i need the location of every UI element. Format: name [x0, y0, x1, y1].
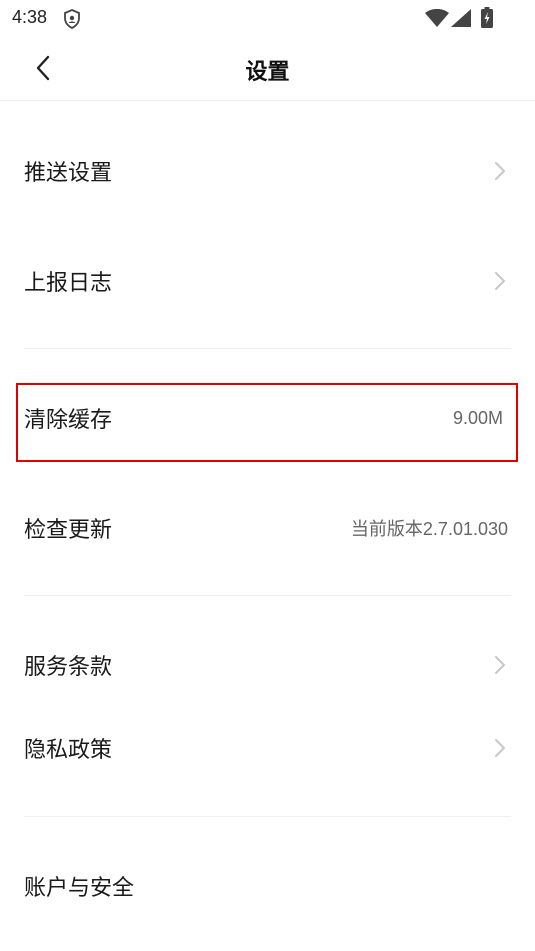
chevron-right-icon — [495, 272, 505, 290]
chevron-right-icon — [495, 656, 505, 674]
battery-charging-icon — [481, 7, 493, 28]
privacy-policy-label: 隐私政策 — [24, 738, 113, 763]
account-security-label: 账户与安全 — [24, 876, 135, 901]
app-version-value: 当前版本2.7.01.030 — [350, 519, 508, 539]
nav-bar: 设置 — [0, 38, 535, 101]
shield-icon — [64, 9, 80, 29]
signal-icon — [451, 9, 471, 27]
section-divider — [24, 348, 511, 349]
wifi-icon — [425, 9, 449, 27]
section-divider — [24, 595, 511, 596]
status-bar: 4:38 — [0, 0, 535, 38]
push-settings-row[interactable]: 推送设置 — [24, 146, 511, 196]
section-divider — [24, 816, 511, 817]
terms-of-service-row[interactable]: 服务条款 — [24, 640, 511, 690]
report-log-label: 上报日志 — [24, 271, 113, 296]
clear-cache-label: 清除缓存 — [24, 408, 113, 433]
terms-of-service-label: 服务条款 — [24, 655, 113, 680]
report-log-row[interactable]: 上报日志 — [24, 256, 511, 306]
privacy-policy-row[interactable]: 隐私政策 — [24, 723, 511, 773]
push-settings-label: 推送设置 — [24, 161, 113, 186]
chevron-right-icon — [495, 739, 505, 757]
page-title: 设置 — [245, 60, 290, 85]
cache-size-value: 9.00M — [452, 407, 503, 428]
status-time: 4:38 — [12, 7, 48, 27]
clear-cache-row[interactable]: 清除缓存 9.00M — [24, 393, 511, 443]
check-update-row[interactable]: 检查更新 当前版本2.7.01.030 — [24, 503, 511, 553]
account-security-row[interactable]: 账户与安全 — [24, 861, 511, 911]
chevron-right-icon — [495, 162, 505, 180]
check-update-label: 检查更新 — [24, 518, 113, 543]
